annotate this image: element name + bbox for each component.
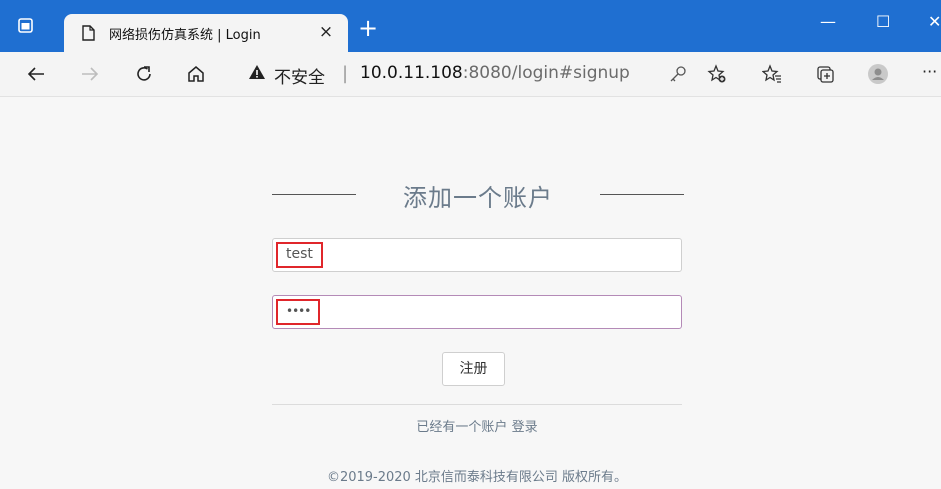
- warning-icon[interactable]: [248, 64, 266, 80]
- password-key-icon[interactable]: [668, 64, 688, 84]
- more-menu-icon[interactable]: ···: [922, 62, 937, 81]
- heading-right-rule: [600, 194, 684, 195]
- back-icon[interactable]: [26, 64, 46, 84]
- url-host: 10.0.11.108: [360, 63, 463, 83]
- address-separator: |: [342, 63, 349, 84]
- refresh-icon[interactable]: [134, 64, 154, 84]
- tab-actions-icon[interactable]: [18, 18, 33, 33]
- profile-avatar-icon[interactable]: [868, 64, 888, 84]
- have-account-text: 已经有一个账户: [416, 420, 508, 435]
- password-value: ••••: [276, 299, 321, 325]
- login-link[interactable]: 登录: [512, 420, 538, 435]
- forward-icon[interactable]: [80, 64, 100, 84]
- login-prompt: 已经有一个账户 登录: [272, 416, 682, 435]
- username-input[interactable]: test: [272, 238, 682, 272]
- copyright-footer: ©2019-2020 北京信而泰科技有限公司 版权所有。: [326, 470, 628, 485]
- favorites-icon[interactable]: [762, 64, 782, 84]
- tab-title: 网络损伤仿真系统 | Login: [109, 28, 261, 43]
- browser-tab[interactable]: 网络损伤仿真系统 | Login ×: [64, 14, 348, 52]
- minimize-icon[interactable]: —: [820, 14, 836, 30]
- form-divider: [272, 404, 682, 405]
- tab-close-icon[interactable]: ×: [316, 22, 336, 42]
- collections-icon[interactable]: [815, 64, 835, 84]
- new-tab-icon[interactable]: +: [358, 16, 378, 40]
- signup-header: 添加一个账户: [272, 172, 684, 222]
- close-window-icon[interactable]: ✕: [928, 14, 941, 30]
- url-path: :8080/login#signup: [462, 63, 630, 83]
- home-icon[interactable]: [186, 64, 206, 84]
- security-status[interactable]: 不安全: [274, 63, 325, 88]
- browser-titlebar: 网络损伤仿真系统 | Login × + — ☐ ✕: [0, 0, 941, 52]
- page-icon: [82, 25, 95, 41]
- register-button[interactable]: 注册: [442, 352, 505, 386]
- url-text[interactable]: 10.0.11.108:8080/login#signup: [360, 63, 630, 83]
- username-value: test: [276, 242, 323, 268]
- add-favorite-icon[interactable]: [707, 64, 727, 84]
- browser-toolbar: 不安全 | 10.0.11.108:8080/login#signup ···: [0, 52, 941, 97]
- page-title: 添加一个账户: [403, 184, 553, 212]
- password-input[interactable]: ••••: [272, 295, 682, 329]
- maximize-icon[interactable]: ☐: [876, 14, 890, 30]
